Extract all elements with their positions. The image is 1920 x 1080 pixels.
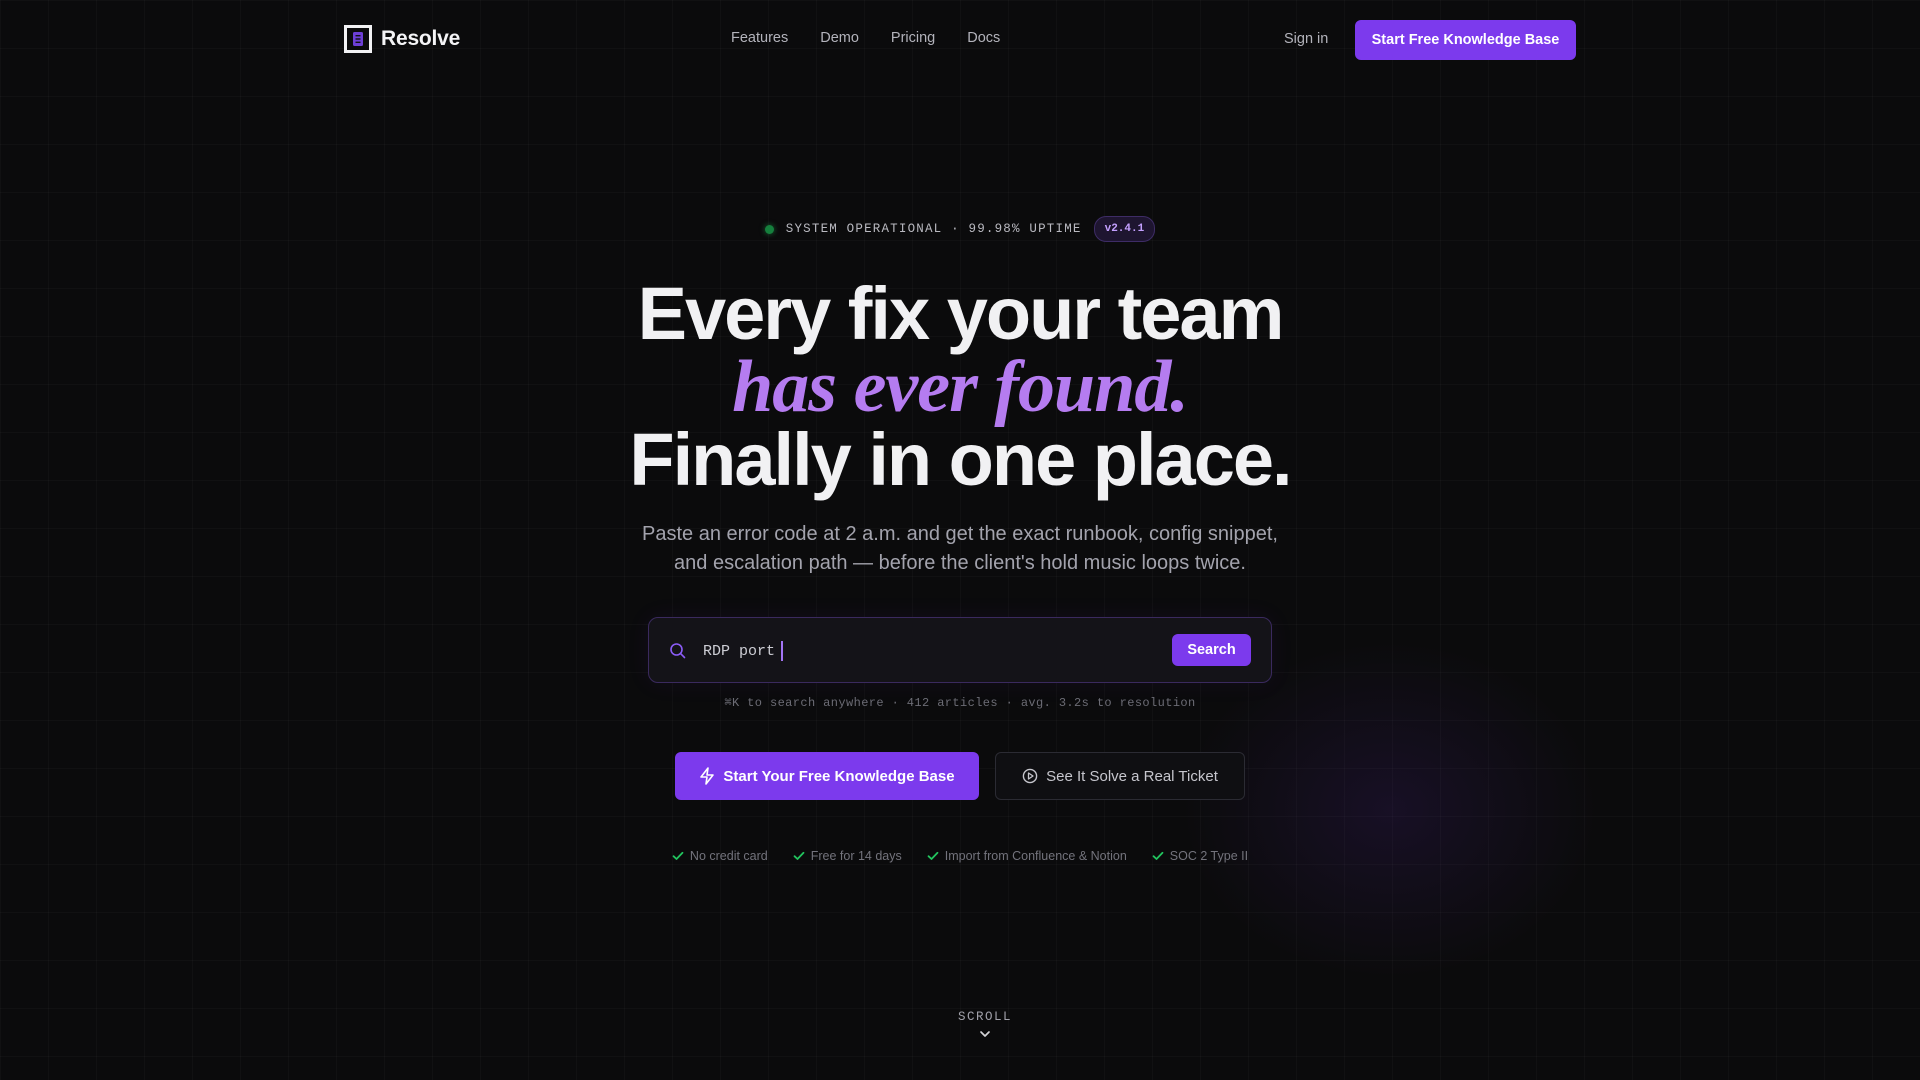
see-it-solve-button[interactable]: See It Solve a Real Ticket <box>995 752 1245 800</box>
top-nav: Resolve Features Demo Pricing Docs Sign … <box>0 0 1920 80</box>
secondary-cta-label: See It Solve a Real Ticket <box>1046 767 1218 785</box>
feature-item: No credit card <box>672 849 768 863</box>
feature-list: No credit card Free for 14 days Import f… <box>0 849 1920 863</box>
check-icon <box>927 851 939 860</box>
headline-line-1: Every fix your team <box>637 272 1285 355</box>
headline-line-2: has ever found. <box>732 346 1189 428</box>
brand-name: Resolve <box>381 27 461 50</box>
scroll-label: SCROLL <box>957 1010 1012 1024</box>
chevron-down-icon <box>980 1031 990 1037</box>
scroll-indicator[interactable]: SCROLL <box>0 1010 1920 1038</box>
status-bar: SYSTEM OPERATIONAL · 99.98% UPTIME v2.4.… <box>0 216 1920 242</box>
status-text: SYSTEM OPERATIONAL · 99.98% UPTIME <box>785 222 1082 236</box>
version-badge: v2.4.1 <box>1093 216 1156 242</box>
hero-subheadline: Paste an error code at 2 a.m. and get th… <box>0 520 1920 578</box>
text-caret <box>781 641 783 661</box>
nav-links: Features Demo Pricing Docs <box>731 30 1000 46</box>
search-hint: ⌘K to search anywhere · 412 articles · a… <box>724 696 1196 710</box>
feature-label: No credit card <box>689 849 768 863</box>
nav-link-pricing[interactable]: Pricing <box>891 30 935 46</box>
sign-in-link[interactable]: Sign in <box>1284 31 1328 47</box>
feature-item: Free for 14 days <box>793 849 902 863</box>
nav-link-features[interactable]: Features <box>731 30 788 46</box>
feature-label: Import from Confluence & Notion <box>944 849 1127 863</box>
check-icon <box>793 851 805 860</box>
primary-cta-label: Start Your Free Knowledge Base <box>723 767 955 785</box>
logo-icon <box>344 25 372 53</box>
start-free-knowledge-base-button[interactable]: Start Free Knowledge Base <box>1355 20 1576 60</box>
search-input[interactable] <box>703 639 1083 663</box>
feature-item: SOC 2 Type II <box>1152 849 1248 863</box>
nav-link-docs[interactable]: Docs <box>967 30 1000 46</box>
search-box: Search <box>648 617 1272 683</box>
background-glow <box>1180 640 1600 980</box>
nav-link-demo[interactable]: Demo <box>820 30 859 46</box>
feature-label: SOC 2 Type II <box>1169 849 1249 863</box>
hero-headline: Every fix your team has ever found. Fina… <box>0 272 1920 501</box>
status-dot-icon <box>764 224 774 234</box>
start-your-free-knowledge-base-button[interactable]: Start Your Free Knowledge Base <box>675 752 979 800</box>
check-icon <box>672 851 684 860</box>
play-circle-icon <box>1022 768 1038 784</box>
bolt-icon <box>700 767 715 785</box>
feature-item: Import from Confluence & Notion <box>927 849 1127 863</box>
headline-line-3: Finally in one place. <box>629 418 1292 501</box>
check-icon <box>1152 851 1164 860</box>
search-button[interactable]: Search <box>1172 634 1251 666</box>
feature-label: Free for 14 days <box>810 849 902 863</box>
search-icon <box>670 643 686 659</box>
subheadline-text: Paste an error code at 2 a.m. and get th… <box>642 523 1278 574</box>
brand-link[interactable]: Resolve <box>344 25 460 53</box>
